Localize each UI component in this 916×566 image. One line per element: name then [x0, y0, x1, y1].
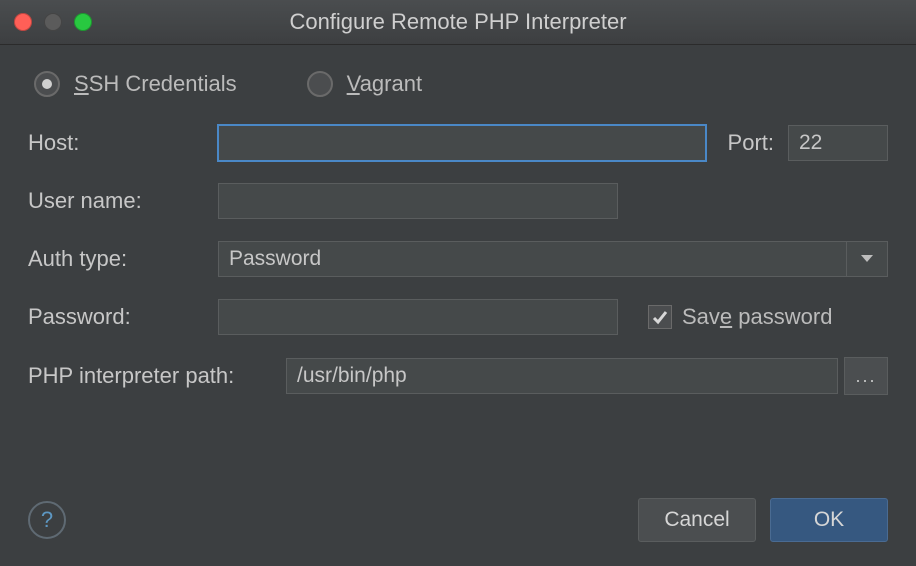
username-input[interactable]	[218, 183, 618, 219]
ok-label: OK	[814, 508, 844, 532]
minimize-window-button[interactable]	[44, 13, 62, 31]
dialog-footer: ? Cancel OK	[0, 498, 916, 566]
window-title: Configure Remote PHP Interpreter	[0, 9, 916, 35]
close-window-button[interactable]	[14, 13, 32, 31]
radio-ssh-credentials[interactable]: SSH Credentials	[34, 71, 237, 97]
cancel-label: Cancel	[664, 508, 729, 532]
interpreter-path-label: PHP interpreter path:	[28, 363, 286, 389]
password-label: Password:	[28, 304, 218, 330]
save-password-option[interactable]: Save password	[648, 304, 832, 330]
radio-ssh-label: SSH Credentials	[74, 71, 237, 97]
username-label: User name:	[28, 188, 218, 214]
row-username: User name:	[28, 183, 888, 219]
zoom-window-button[interactable]	[74, 13, 92, 31]
row-password: Password: Save password	[28, 299, 888, 335]
connection-type-group: SSH Credentials Vagrant	[34, 71, 888, 97]
port-label: Port:	[728, 130, 774, 156]
host-label: Host:	[28, 130, 218, 156]
ok-button[interactable]: OK	[770, 498, 888, 542]
ellipsis-icon: ...	[855, 366, 876, 387]
radio-dot-icon	[34, 71, 60, 97]
radio-dot-icon	[307, 71, 333, 97]
help-button[interactable]: ?	[28, 501, 66, 539]
password-input[interactable]	[218, 299, 618, 335]
row-host: Host: Port:	[28, 125, 888, 161]
save-password-checkbox[interactable]	[648, 305, 672, 329]
browse-path-button[interactable]: ...	[844, 357, 888, 395]
help-icon: ?	[41, 507, 53, 533]
authtype-value: Password	[229, 247, 321, 271]
row-interpreter-path: PHP interpreter path: ...	[28, 357, 888, 395]
window-controls	[14, 13, 92, 31]
chevron-down-icon	[846, 242, 887, 276]
interpreter-path-input[interactable]	[286, 358, 838, 394]
authtype-label: Auth type:	[28, 246, 218, 272]
dialog-body: SSH Credentials Vagrant Host: Port: User…	[0, 45, 916, 498]
titlebar: Configure Remote PHP Interpreter	[0, 0, 916, 45]
radio-vagrant[interactable]: Vagrant	[307, 71, 422, 97]
dialog-window: Configure Remote PHP Interpreter SSH Cre…	[0, 0, 916, 566]
row-authtype: Auth type: Password	[28, 241, 888, 277]
port-input[interactable]	[788, 125, 888, 161]
cancel-button[interactable]: Cancel	[638, 498, 756, 542]
authtype-select[interactable]: Password	[218, 241, 888, 277]
host-input[interactable]	[218, 125, 706, 161]
radio-vagrant-label: Vagrant	[347, 71, 422, 97]
save-password-label: Save password	[682, 304, 832, 330]
